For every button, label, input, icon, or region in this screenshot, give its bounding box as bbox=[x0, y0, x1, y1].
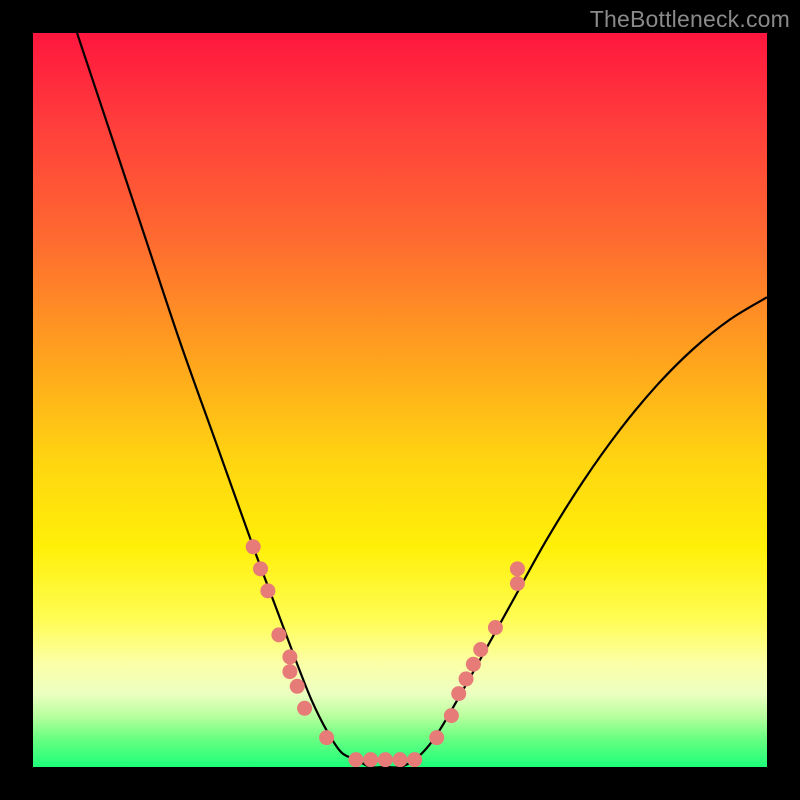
chart-container: TheBottleneck.com bbox=[0, 0, 800, 800]
data-point bbox=[260, 583, 275, 598]
watermark-text: TheBottleneck.com bbox=[590, 6, 790, 33]
data-point bbox=[297, 701, 312, 716]
data-point bbox=[510, 576, 525, 591]
data-point bbox=[473, 642, 488, 657]
plot-area bbox=[33, 33, 767, 767]
data-point bbox=[451, 686, 466, 701]
data-point bbox=[378, 752, 393, 767]
data-point bbox=[459, 671, 474, 686]
data-point bbox=[271, 627, 286, 642]
data-point bbox=[282, 664, 297, 679]
data-point bbox=[246, 539, 261, 554]
data-point bbox=[429, 730, 444, 745]
data-point bbox=[488, 620, 503, 635]
data-point bbox=[290, 679, 305, 694]
data-point bbox=[444, 708, 459, 723]
data-point bbox=[348, 752, 363, 767]
data-point bbox=[319, 730, 334, 745]
data-point bbox=[407, 752, 422, 767]
data-points bbox=[246, 539, 525, 767]
data-point bbox=[253, 561, 268, 576]
data-point bbox=[466, 657, 481, 672]
data-point bbox=[282, 649, 297, 664]
data-point bbox=[510, 561, 525, 576]
data-point bbox=[363, 752, 378, 767]
data-point bbox=[393, 752, 408, 767]
bottleneck-curve bbox=[77, 33, 767, 767]
chart-svg bbox=[33, 33, 767, 767]
